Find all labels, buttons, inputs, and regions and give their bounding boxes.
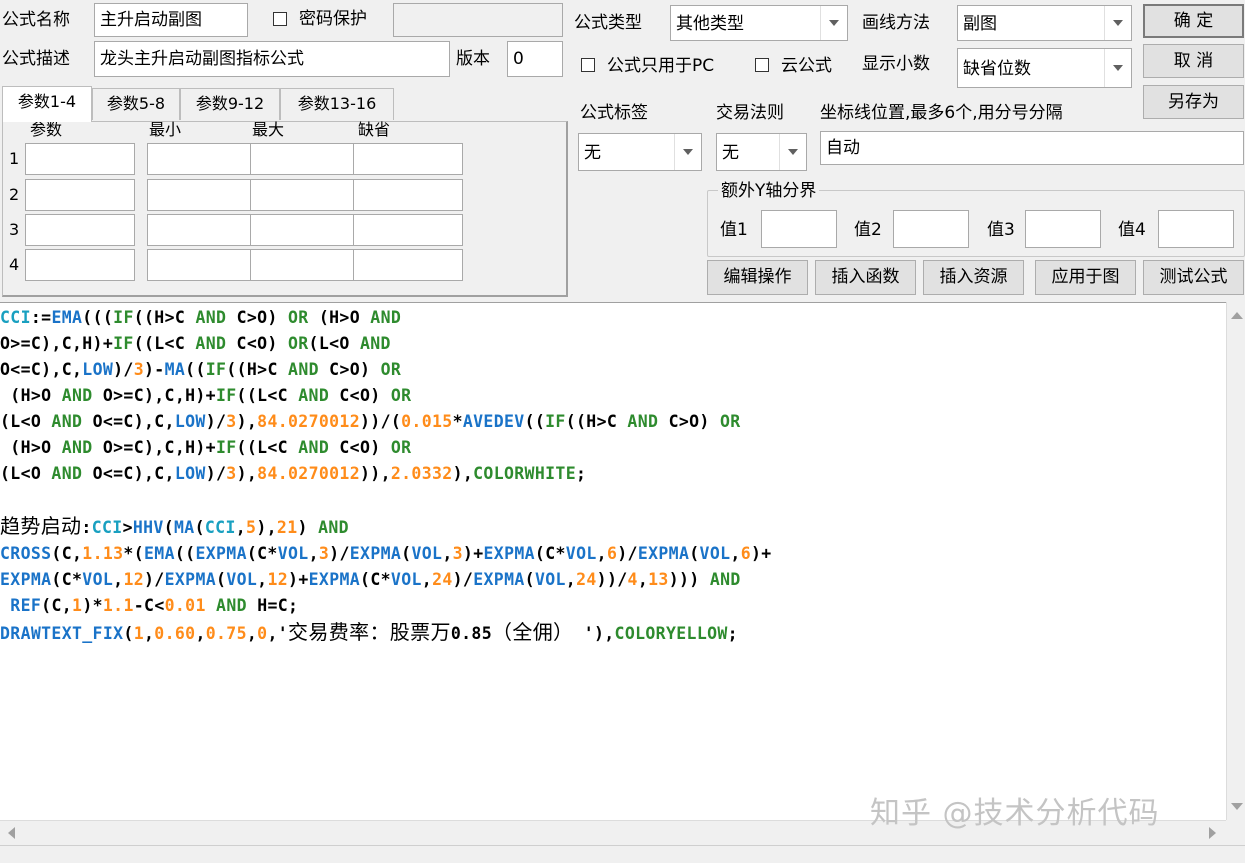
trade-rule-select[interactable]: 无 — [716, 133, 807, 171]
chevron-down-icon[interactable] — [1104, 49, 1131, 87]
version-input[interactable]: 0 — [507, 41, 563, 77]
password-protect-checkbox[interactable] — [273, 12, 287, 26]
cancel-button[interactable]: 取 消 — [1143, 44, 1244, 78]
formula-tag-select[interactable]: 无 — [578, 133, 702, 171]
status-bar — [0, 845, 1245, 863]
y-value-4-label: 值4 — [1118, 220, 1146, 240]
y-value-2-input[interactable] — [893, 210, 969, 248]
chevron-down-icon[interactable] — [674, 134, 701, 170]
y-value-3-label: 值3 — [987, 220, 1015, 240]
formula-tag-value: 无 — [584, 143, 601, 163]
param-cell-r2-c1[interactable] — [25, 179, 135, 211]
apply-to-chart-button[interactable]: 应用于图 — [1035, 260, 1136, 295]
formula-tag-label: 公式标签 — [580, 103, 648, 123]
cloud-formula-label: 云公式 — [781, 56, 832, 76]
scroll-up-icon[interactable] — [1231, 312, 1243, 319]
param-cell-r2-c2[interactable] — [147, 179, 257, 211]
param-cell-r3-c2[interactable] — [147, 214, 257, 246]
cloud-formula-checkbox[interactable] — [755, 58, 769, 72]
y-value-1-input[interactable] — [761, 210, 837, 248]
formula-name-label: 公式名称 — [2, 10, 70, 30]
version-label: 版本 — [456, 49, 490, 69]
tab-params-9-12[interactable]: 参数9-12 — [180, 88, 280, 120]
y-value-4-input[interactable] — [1158, 210, 1234, 248]
param-row-number: 3 — [9, 220, 20, 239]
param-cell-r2-c4[interactable] — [353, 179, 463, 211]
trade-rule-label: 交易法则 — [716, 103, 784, 123]
formula-type-select[interactable]: 其他类型 — [670, 5, 848, 41]
param-cell-r4-c2[interactable] — [147, 249, 257, 281]
formula-name-input[interactable]: 主升启动副图 — [94, 3, 248, 37]
chevron-down-icon[interactable] — [820, 6, 847, 40]
param-cell-r3-c4[interactable] — [353, 214, 463, 246]
y-value-2-label: 值2 — [854, 220, 882, 240]
y-axis-group-label: 额外Y轴分界 — [718, 180, 820, 202]
trade-rule-value: 无 — [722, 143, 739, 163]
formula-type-label: 公式类型 — [574, 13, 642, 33]
param-col-max: 最大 — [252, 120, 285, 139]
scroll-down-icon[interactable] — [1231, 803, 1243, 810]
edit-operation-button[interactable]: 编辑操作 — [707, 260, 808, 295]
draw-method-select[interactable]: 副图 — [957, 5, 1132, 41]
param-cell-r4-c3[interactable] — [250, 249, 360, 281]
draw-method-value: 副图 — [963, 14, 997, 34]
y-value-3-input[interactable] — [1025, 210, 1101, 248]
formula-code-editor[interactable]: CCI:=EMA(((IF((H>C AND C>O) OR (H>O AND … — [0, 302, 1226, 821]
param-cell-r1-c3[interactable] — [250, 143, 360, 175]
decimals-label: 显示小数 — [862, 54, 930, 74]
pc-only-label: 公式只用于PC — [607, 56, 715, 76]
test-formula-button[interactable]: 测试公式 — [1143, 260, 1244, 295]
insert-function-button[interactable]: 插入函数 — [815, 260, 916, 295]
param-cell-r1-c1[interactable] — [25, 143, 135, 175]
password-protect-label: 密码保护 — [299, 9, 367, 29]
decimals-select[interactable]: 缺省位数 — [957, 48, 1132, 88]
insert-resource-button[interactable]: 插入资源 — [923, 260, 1024, 295]
param-cell-r3-c1[interactable] — [25, 214, 135, 246]
axis-position-input[interactable]: 自动 — [820, 131, 1244, 165]
decimals-value: 缺省位数 — [963, 59, 1031, 79]
draw-method-label: 画线方法 — [862, 13, 930, 33]
password-input[interactable] — [393, 3, 563, 37]
param-cell-r1-c2[interactable] — [147, 143, 257, 175]
pc-only-checkbox[interactable] — [581, 58, 595, 72]
param-col-min: 最小 — [149, 120, 182, 139]
formula-desc-label: 公式描述 — [2, 49, 70, 69]
chevron-down-icon[interactable] — [779, 134, 806, 170]
scroll-left-icon[interactable] — [8, 827, 15, 839]
formula-desc-input[interactable]: 龙头主升启动副图指标公式 — [94, 41, 450, 77]
vertical-scrollbar[interactable] — [1226, 302, 1245, 820]
param-col-name: 参数 — [30, 120, 63, 139]
axis-position-label: 坐标线位置,最多6个,用分号分隔 — [820, 103, 1063, 123]
param-cell-r1-c4[interactable] — [353, 143, 463, 175]
watermark: 知乎 @技术分析代码 — [870, 796, 1160, 831]
tab-params-1-4[interactable]: 参数1-4 — [2, 86, 92, 122]
chevron-down-icon[interactable] — [1104, 6, 1131, 40]
formula-code: CCI:=EMA(((IF((H>C AND C>O) OR (H>O AND … — [0, 308, 772, 644]
y-value-1-label: 值1 — [720, 220, 748, 240]
formula-type-value: 其他类型 — [676, 14, 744, 34]
scroll-right-icon[interactable] — [1209, 827, 1216, 839]
param-cell-r2-c3[interactable] — [250, 179, 360, 211]
param-cell-r3-c3[interactable] — [250, 214, 360, 246]
ok-button[interactable]: 确 定 — [1143, 4, 1244, 38]
tab-params-5-8[interactable]: 参数5-8 — [92, 88, 180, 120]
param-cell-r4-c1[interactable] — [25, 249, 135, 281]
param-row-number: 2 — [9, 185, 20, 204]
param-col-default: 缺省 — [358, 120, 391, 139]
param-row-number: 1 — [9, 149, 20, 168]
param-row-number: 4 — [9, 255, 20, 274]
tab-params-13-16[interactable]: 参数13-16 — [280, 88, 394, 120]
param-cell-r4-c4[interactable] — [353, 249, 463, 281]
save-as-button[interactable]: 另存为 — [1143, 85, 1244, 119]
